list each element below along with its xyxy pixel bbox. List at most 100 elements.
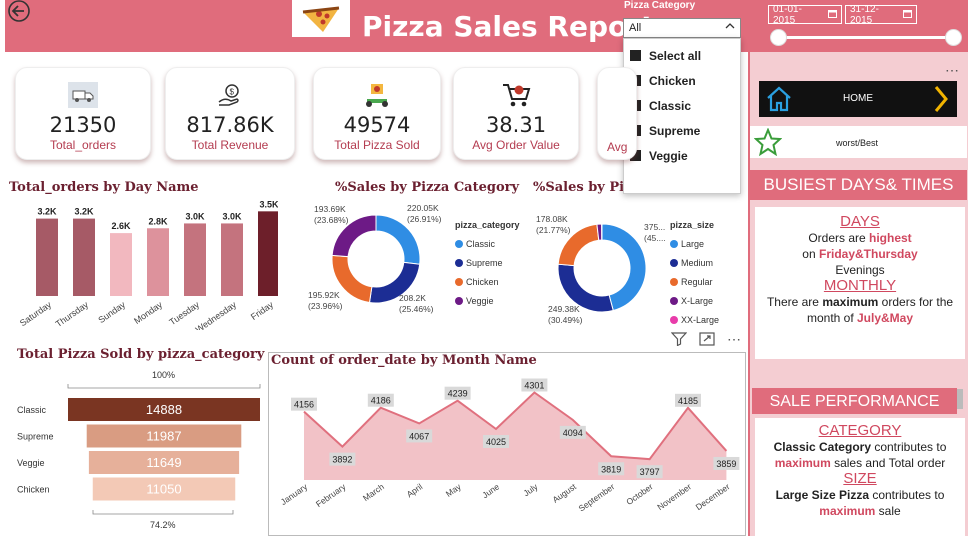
data-label: 4156	[294, 400, 314, 410]
more-options-icon[interactable]: ⋯	[945, 62, 959, 79]
data-label: 11050	[146, 482, 181, 497]
option-classic[interactable]: Classic	[624, 93, 740, 118]
tick-label: October	[624, 481, 655, 507]
data-label: 3.0K	[185, 211, 205, 221]
home-nav-bar[interactable]: HOME	[759, 81, 957, 117]
kpi-card-total-pizza-sold: 49574 Total Pizza Sold	[313, 67, 441, 160]
data-label: 3.2K	[37, 207, 57, 217]
orders-by-day-title: Total_orders by Day Name	[9, 180, 199, 195]
funnel-bracket-bottom	[92, 510, 234, 515]
bar	[184, 223, 206, 296]
date-range-slider[interactable]	[778, 36, 953, 39]
option-supreme[interactable]: Supreme	[624, 118, 740, 143]
slice-label: (30.49%)	[548, 315, 583, 325]
legend-item[interactable]: Medium	[670, 253, 719, 272]
category-label: Supreme	[17, 432, 54, 442]
legend-item[interactable]: X-Large	[670, 291, 719, 310]
slice-label: (26.91%)	[407, 214, 442, 224]
data-label: 3819	[601, 464, 621, 474]
money-hand-icon: $	[166, 81, 294, 109]
bar	[110, 233, 132, 296]
slider-start-handle[interactable]	[770, 29, 787, 46]
legend-item[interactable]: Large	[670, 234, 719, 253]
tick-label: July	[521, 481, 540, 498]
bar	[36, 218, 58, 296]
option-veggie[interactable]: Veggie	[624, 143, 740, 168]
slice-label: 193.69K	[314, 204, 346, 214]
category-filter-select[interactable]: All	[623, 18, 741, 38]
option-chicken[interactable]: Chicken	[624, 68, 740, 93]
filter-icon[interactable]	[670, 332, 688, 351]
option-select-all[interactable]: Select all	[624, 43, 740, 68]
end-date-input[interactable]: 31-12-2015	[845, 4, 917, 26]
tick-label: February	[314, 481, 348, 509]
page-title: Pizza Sales Report	[362, 10, 655, 43]
category-label: Chicken	[17, 485, 50, 495]
data-label: 3.0K	[222, 211, 242, 221]
data-label: 11649	[146, 455, 181, 470]
orders-by-day-chart: 3.2K Saturday 3.2K Thursday 2.6K Sunday 2.8K Mo…	[18, 200, 278, 330]
data-label: 3797	[640, 467, 660, 477]
bar	[258, 211, 278, 296]
legend-item[interactable]: Veggie	[455, 291, 520, 310]
tick-label: Tuesday	[167, 299, 201, 327]
tick-label: September	[577, 481, 617, 513]
calendar-icon	[828, 9, 837, 21]
home-icon[interactable]	[765, 85, 793, 118]
tick-label: Wednesday	[194, 299, 239, 330]
delivery-truck-icon	[16, 81, 150, 109]
sale-performance-header: SALE PERFORMANCE	[752, 388, 957, 414]
bar	[73, 218, 95, 296]
bar	[147, 228, 169, 296]
busiest-days-header: BUSIEST DAYS& TIMES	[750, 170, 967, 200]
kpi-card-avg-order-value: 38.31 Avg Order Value	[453, 67, 579, 160]
legend-item[interactable]: Regular	[670, 272, 719, 291]
slice-label: (23.96%)	[308, 301, 343, 311]
legend-item[interactable]: Classic	[455, 234, 520, 253]
focus-mode-icon[interactable]	[699, 332, 715, 351]
data-label: 3859	[716, 459, 736, 469]
legend-item[interactable]: XX-Large	[670, 310, 719, 329]
chevron-right-icon[interactable]	[931, 84, 951, 119]
sold-by-category-title: Total Pizza Sold by pizza_category	[17, 347, 265, 362]
svg-text:$: $	[230, 88, 235, 97]
funnel-bottom-percent: 74.2%	[150, 520, 176, 530]
checkbox-icon[interactable]	[630, 50, 641, 61]
back-arrow-icon[interactable]	[7, 0, 31, 22]
slice-label: 249.38K	[548, 304, 580, 314]
funnel-top-percent: 100%	[152, 370, 176, 380]
chevron-up-icon	[725, 21, 735, 34]
size-legend: pizza_size Large Medium Regular X-Large …	[670, 215, 719, 329]
tick-label: December	[694, 481, 732, 512]
category-legend: pizza_category Classic Supreme Chicken V…	[455, 215, 520, 310]
delivery-scooter-icon	[314, 81, 440, 109]
more-options-icon[interactable]: ⋯	[727, 331, 741, 348]
busiest-days-card: DAYS Orders are highest on Friday&Thursd…	[755, 207, 965, 359]
kpi-card-partial: Avg	[597, 67, 637, 160]
shopping-cart-icon	[454, 81, 578, 109]
legend-item[interactable]: Chicken	[455, 272, 520, 291]
tick-label: Sunday	[96, 299, 127, 325]
data-label: 14888	[146, 402, 182, 417]
data-label: 4185	[678, 396, 698, 406]
slider-end-handle[interactable]	[945, 29, 962, 46]
home-label: HOME	[843, 93, 873, 104]
worst-best-bar[interactable]: worst/Best	[750, 126, 967, 158]
data-label: 3.2K	[74, 207, 94, 217]
panel-scrollbar[interactable]	[957, 389, 963, 409]
category-label: Classic	[17, 405, 47, 415]
slice-label: 375...	[644, 222, 665, 232]
tick-label: August	[551, 481, 579, 505]
data-label: 4239	[448, 389, 468, 399]
tick-label: May	[444, 481, 464, 499]
data-label: 2.8K	[148, 216, 168, 226]
legend-item[interactable]: Supreme	[455, 253, 520, 272]
data-label: 3.5K	[259, 200, 278, 209]
star-icon[interactable]	[753, 127, 783, 161]
tick-label: Thursday	[54, 299, 91, 329]
orders-by-month-title: Count of order_date by Month Name	[271, 353, 537, 368]
slice-label: 208.2K	[399, 293, 426, 303]
start-date-input[interactable]: 01-01-2015	[768, 4, 842, 26]
data-label: 4067	[409, 431, 429, 441]
sales-by-size-title: %Sales by Pizza Size	[533, 180, 623, 195]
